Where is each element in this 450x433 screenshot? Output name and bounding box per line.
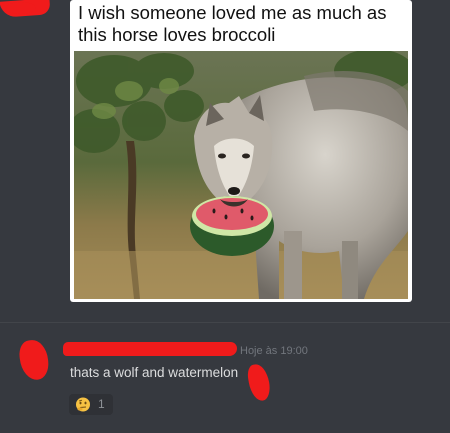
avatar-redaction[interactable] bbox=[17, 338, 51, 382]
message-divider bbox=[0, 322, 450, 323]
meme-caption: I wish someone loved me as much as this … bbox=[78, 2, 387, 45]
reaction-count: 1 bbox=[98, 397, 105, 411]
meme-image-attachment[interactable]: I wish someone loved me as much as this … bbox=[70, 0, 412, 302]
text-redaction bbox=[245, 362, 273, 403]
username-redaction bbox=[63, 342, 237, 356]
username-redaction-top-blob bbox=[6, 2, 36, 14]
message-text: thats a wolf and watermelon bbox=[70, 365, 239, 380]
message-timestamp: Hoje às 19:00 bbox=[240, 345, 308, 357]
wolf-watermelon-photo bbox=[74, 51, 408, 299]
thinking-face-emoji-icon bbox=[76, 397, 90, 412]
reaction-button[interactable]: 1 bbox=[69, 394, 113, 415]
